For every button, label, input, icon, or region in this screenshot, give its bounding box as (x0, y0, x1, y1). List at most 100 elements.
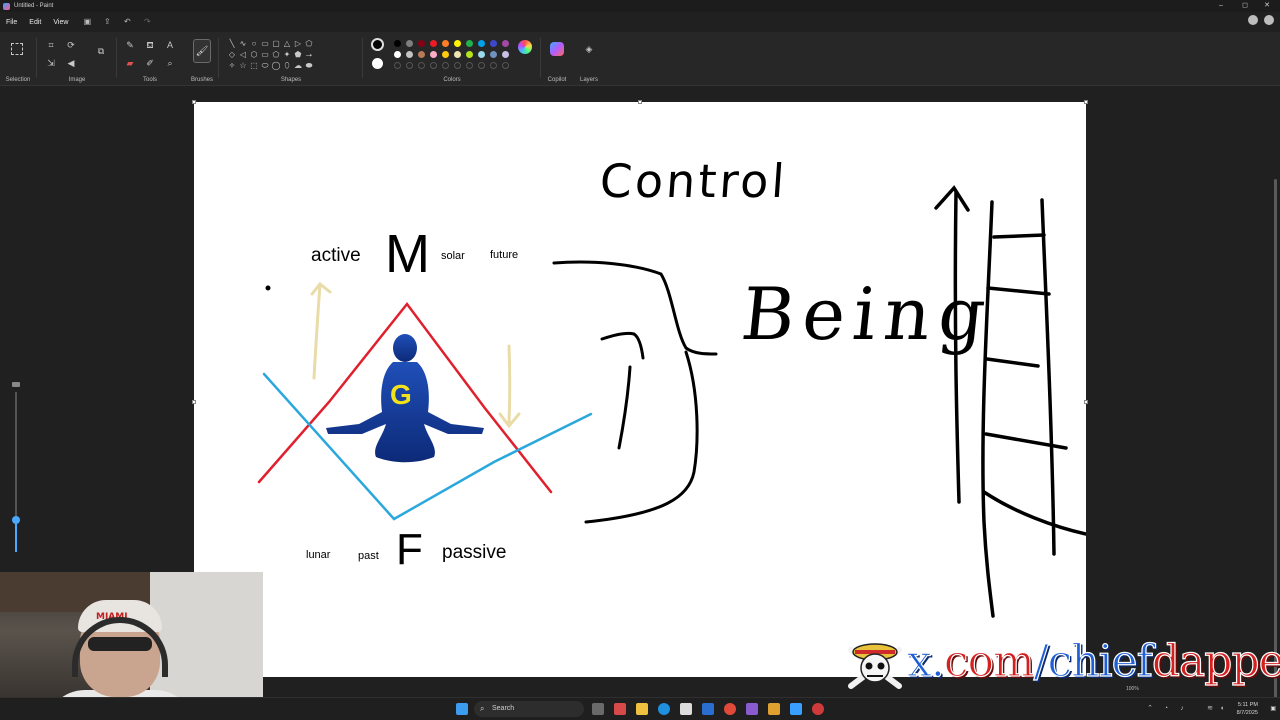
brush-icon[interactable]: 🖌 (193, 39, 211, 63)
custom-color-slot[interactable] (418, 62, 425, 69)
color-swatch[interactable] (490, 51, 497, 58)
app-icon[interactable] (812, 703, 824, 715)
shape-option-icon[interactable]: ◁ (238, 50, 248, 60)
shape-option-icon[interactable]: ◯ (271, 61, 281, 71)
shape-option-icon[interactable]: ▢ (271, 39, 281, 49)
notification-icon[interactable]: ▣ (1270, 705, 1276, 712)
pencil-icon[interactable]: ✎ (123, 38, 137, 52)
custom-color-slot[interactable] (502, 62, 509, 69)
remove-background-icon[interactable]: ⧉ (94, 44, 108, 58)
undo-icon[interactable]: ↶ (120, 15, 134, 29)
shape-option-icon[interactable]: ╲ (227, 39, 237, 49)
color-swatch[interactable] (418, 40, 425, 47)
text-icon[interactable]: A (163, 38, 177, 52)
app-icon[interactable] (746, 703, 758, 715)
zoom-slider-thumb[interactable] (12, 516, 20, 524)
volume-icon[interactable]: ◖ (1218, 705, 1226, 713)
fill-icon[interactable]: ⛾ (143, 38, 157, 52)
select-rectangle-icon[interactable] (11, 43, 23, 55)
color-swatch[interactable] (418, 51, 425, 58)
account-icon[interactable] (1248, 15, 1258, 25)
store-icon[interactable] (680, 703, 692, 715)
close-button[interactable]: ✕ (1256, 0, 1278, 12)
crop-icon[interactable]: ⌗ (44, 38, 58, 52)
copilot-icon[interactable] (550, 42, 564, 56)
color-swatch[interactable] (502, 51, 509, 58)
edge-icon[interactable] (658, 703, 670, 715)
flip-icon[interactable]: ◀ (64, 56, 78, 70)
edit-colors-icon[interactable] (518, 40, 532, 54)
shape-option-icon[interactable]: ▭ (260, 39, 270, 49)
color-swatch[interactable] (430, 40, 437, 47)
color-swatch[interactable] (478, 40, 485, 47)
resize-icon[interactable]: ⇲ (44, 56, 58, 70)
color2-swatch[interactable] (372, 58, 383, 69)
color-swatch[interactable] (442, 51, 449, 58)
custom-color-slot[interactable] (406, 62, 413, 69)
shape-option-icon[interactable]: ⬟ (293, 50, 303, 60)
eraser-icon[interactable]: ▰ (123, 56, 137, 70)
magnifier-icon[interactable]: ⌕ (163, 56, 177, 70)
shape-option-icon[interactable]: ⬭ (260, 61, 270, 71)
chevron-up-icon[interactable]: ⌃ (1146, 705, 1154, 713)
color-swatch[interactable] (502, 40, 509, 47)
rotate-icon[interactable]: ⟳ (64, 38, 78, 52)
app-icon[interactable] (702, 703, 714, 715)
custom-color-slot[interactable] (454, 62, 461, 69)
save-icon[interactable]: ▣ (80, 15, 94, 29)
shape-option-icon[interactable]: ⭢ (304, 50, 314, 60)
redo-icon[interactable]: ↷ (140, 15, 154, 29)
shape-option-icon[interactable]: ☆ (238, 61, 248, 71)
share-icon[interactable]: ⇪ (100, 15, 114, 29)
color-swatch[interactable] (490, 40, 497, 47)
custom-color-slot[interactable] (430, 62, 437, 69)
color-picker-icon[interactable]: ✐ (143, 56, 157, 70)
network-icon[interactable]: ◔ (1162, 705, 1170, 713)
color-swatch[interactable] (454, 40, 461, 47)
custom-color-slot[interactable] (478, 62, 485, 69)
shape-option-icon[interactable]: ⬬ (304, 61, 314, 71)
shape-option-icon[interactable]: ∿ (238, 39, 248, 49)
color-swatch[interactable] (394, 51, 401, 58)
start-icon[interactable] (456, 703, 468, 715)
zoom-slider[interactable] (12, 382, 20, 557)
shape-option-icon[interactable]: ◇ (227, 50, 237, 60)
shape-option-icon[interactable]: ✧ (227, 61, 237, 71)
drawing-canvas[interactable]: Control Being active M solar future G lu… (194, 102, 1086, 677)
layers-icon[interactable]: ◈ (582, 42, 596, 56)
app-icon[interactable] (768, 703, 780, 715)
wifi-icon[interactable]: ≋ (1206, 705, 1214, 713)
mic-icon[interactable]: ♪ (1178, 705, 1186, 713)
color1-swatch[interactable] (371, 38, 384, 51)
shape-option-icon[interactable]: ⬚ (249, 61, 259, 71)
shape-option-icon[interactable]: ▭ (260, 50, 270, 60)
shape-option-icon[interactable]: ○ (249, 39, 259, 49)
taskbar-search[interactable]: ⌕ Search (474, 701, 584, 717)
shape-option-icon[interactable]: ⬠ (304, 39, 314, 49)
shape-option-icon[interactable]: ✦ (282, 50, 292, 60)
clock[interactable]: 5:11 PM 8/7/2025 (1237, 701, 1258, 717)
shape-option-icon[interactable]: ▷ (293, 39, 303, 49)
color-swatch[interactable] (454, 51, 461, 58)
custom-color-slot[interactable] (394, 62, 401, 69)
shape-option-icon[interactable]: ⬠ (271, 50, 281, 60)
resize-handle[interactable] (638, 100, 642, 104)
task-view-icon[interactable] (592, 703, 604, 715)
color-swatch[interactable] (394, 40, 401, 47)
color-swatch[interactable] (466, 51, 473, 58)
resize-handle[interactable] (192, 400, 196, 404)
menu-view[interactable]: View (47, 19, 74, 26)
resize-handle[interactable] (192, 100, 196, 104)
color-swatch[interactable] (466, 40, 473, 47)
chrome-icon[interactable] (724, 703, 736, 715)
file-explorer-icon[interactable] (636, 703, 648, 715)
color-swatch[interactable] (406, 40, 413, 47)
menu-edit[interactable]: Edit (23, 19, 47, 26)
maximize-button[interactable]: ◻ (1234, 0, 1256, 12)
shape-option-icon[interactable]: ☁ (293, 61, 303, 71)
color-swatch[interactable] (406, 51, 413, 58)
color-swatch[interactable] (478, 51, 485, 58)
paint-taskbar-icon[interactable] (790, 703, 802, 715)
minimize-button[interactable]: – (1210, 0, 1232, 12)
custom-color-slot[interactable] (442, 62, 449, 69)
